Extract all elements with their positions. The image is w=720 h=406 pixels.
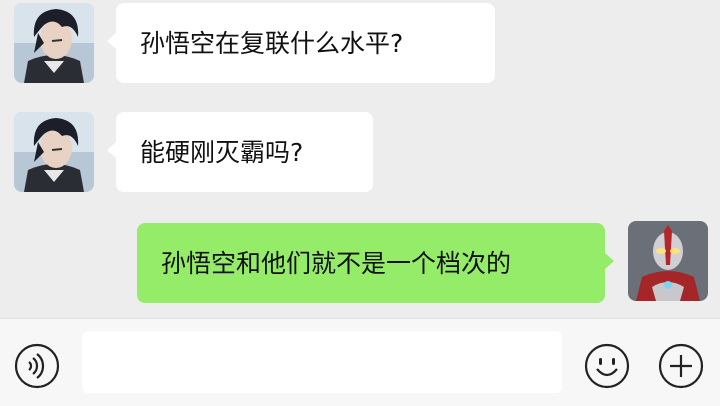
more-button[interactable] [658, 343, 704, 389]
voice-button[interactable] [14, 343, 60, 389]
anime-boy-avatar-icon [14, 3, 94, 83]
chat-bubble-outgoing[interactable]: 孙悟空和他们就不是一个档次的 [137, 223, 614, 303]
message-text: 孙悟空和他们就不是一个档次的 [161, 248, 512, 278]
message-text: 孙悟空在复联什么水平? [140, 28, 404, 58]
ultraman-avatar-icon [628, 221, 708, 301]
message-input[interactable] [82, 331, 562, 393]
input-bar [0, 318, 720, 406]
avatar[interactable] [14, 3, 94, 83]
message-text: 能硬刚灭霸吗? [140, 137, 304, 167]
chat-bubble-incoming[interactable]: 孙悟空在复联什么水平? [107, 3, 495, 83]
chat-area: 孙悟空在复联什么水平? 能硬刚灭霸吗? 孙悟空和他们就不是一个档次的 [0, 0, 720, 318]
emoji-button[interactable] [584, 343, 630, 389]
avatar[interactable] [628, 221, 708, 301]
plus-icon [658, 343, 704, 389]
emoji-icon [584, 343, 630, 389]
voice-icon [14, 343, 60, 389]
avatar[interactable] [14, 112, 94, 192]
anime-boy-avatar-icon [14, 112, 94, 192]
chat-bubble-incoming[interactable]: 能硬刚灭霸吗? [107, 112, 373, 192]
